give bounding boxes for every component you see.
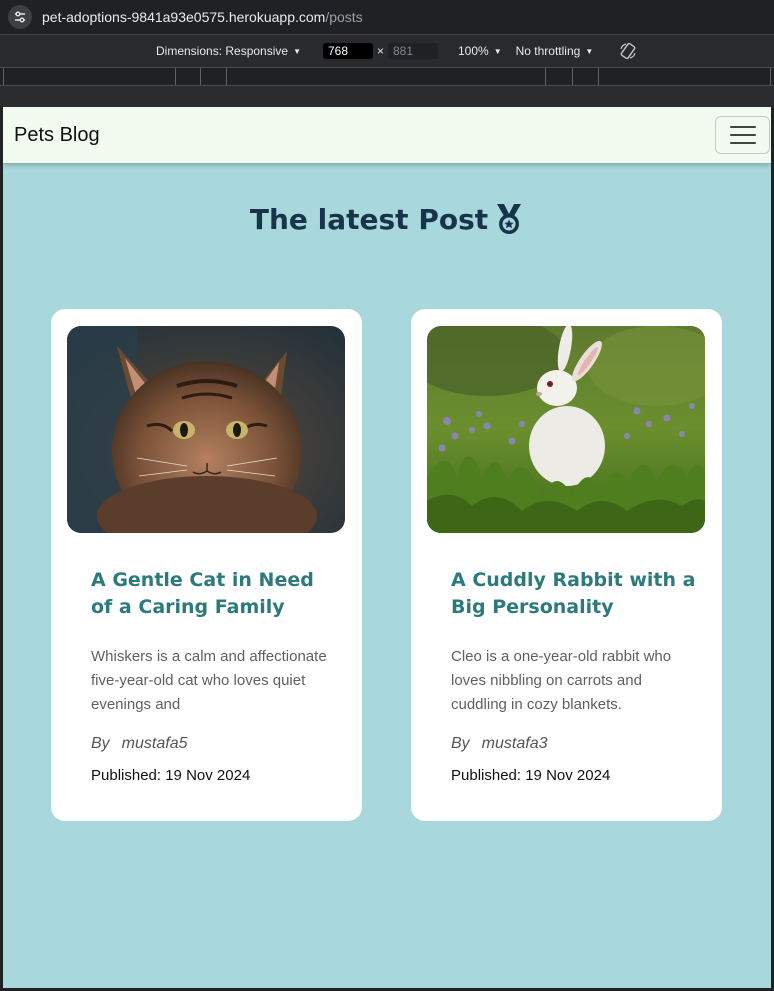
url-path: /posts [325, 9, 363, 25]
page-title-text: The latest Post [249, 202, 489, 236]
times-icon: × [376, 44, 384, 58]
post-excerpt: Cleo is a one-year-old rabbit who loves … [451, 648, 672, 713]
rotate-icon[interactable] [619, 42, 637, 60]
post-image-rabbit[interactable] [427, 326, 705, 533]
hamburger-icon-line [729, 134, 756, 136]
zoom-dropdown[interactable]: 100% ▼ [458, 44, 502, 58]
by-label: By [451, 735, 470, 752]
post-author: By mustafa3 [451, 735, 547, 753]
by-label: By [91, 735, 110, 752]
navbar-toggler-button[interactable] [715, 116, 770, 154]
height-input[interactable]: 881 [388, 43, 438, 59]
post-card[interactable]: A Cuddly Rabbit with a Big Personality C… [411, 309, 722, 821]
post-published-date: Published: 19 Nov 2024 [91, 767, 251, 784]
award-medal-icon [494, 202, 524, 236]
author-name: mustafa3 [481, 735, 548, 752]
browser-address-bar: pet-adoptions-9841a93e0575.herokuapp.com… [0, 0, 774, 34]
post-card[interactable]: A Gentle Cat in Need of a Caring Family … [51, 309, 362, 821]
caret-down-icon: ▼ [493, 46, 502, 56]
page-viewport: Pets Blog The latest Post A Gentle Cat i… [3, 107, 771, 988]
url-host: pet-adoptions-9841a93e0575.herokuapp.com [42, 9, 326, 25]
post-title-link[interactable]: A Gentle Cat in Need of a Caring Family [91, 567, 341, 621]
devtools-gap [0, 86, 774, 107]
post-image-kitten[interactable] [67, 326, 345, 533]
post-published-date: Published: 19 Nov 2024 [451, 767, 611, 784]
brand-link[interactable]: Pets Blog [14, 124, 100, 147]
media-query-ruler [0, 67, 774, 86]
post-author: By mustafa5 [91, 735, 187, 753]
dimensions-label: Dimensions: Responsive [156, 44, 289, 58]
throttling-dropdown[interactable]: No throttling ▼ [516, 44, 594, 58]
page-title: The latest Post [3, 202, 771, 236]
dimensions-dropdown[interactable]: Dimensions: Responsive ▼ [156, 44, 301, 58]
author-name: mustafa5 [121, 735, 188, 752]
zoom-label: 100% [458, 44, 489, 58]
navbar: Pets Blog [3, 107, 771, 163]
width-input[interactable]: 768 [322, 43, 373, 59]
caret-down-icon: ▼ [585, 46, 594, 56]
post-title-link[interactable]: A Cuddly Rabbit with a Big Personality [451, 567, 701, 621]
url-field[interactable]: pet-adoptions-9841a93e0575.herokuapp.com… [42, 9, 363, 25]
throttling-label: No throttling [515, 44, 581, 58]
site-info-icon[interactable] [8, 5, 32, 29]
caret-down-icon: ▼ [293, 46, 301, 56]
hamburger-icon [729, 126, 756, 128]
post-excerpt: Whiskers is a calm and affectionate five… [91, 648, 327, 713]
hamburger-icon-line [729, 142, 756, 144]
device-toolbar: Dimensions: Responsive ▼ 768 × 881 100% … [0, 34, 774, 67]
